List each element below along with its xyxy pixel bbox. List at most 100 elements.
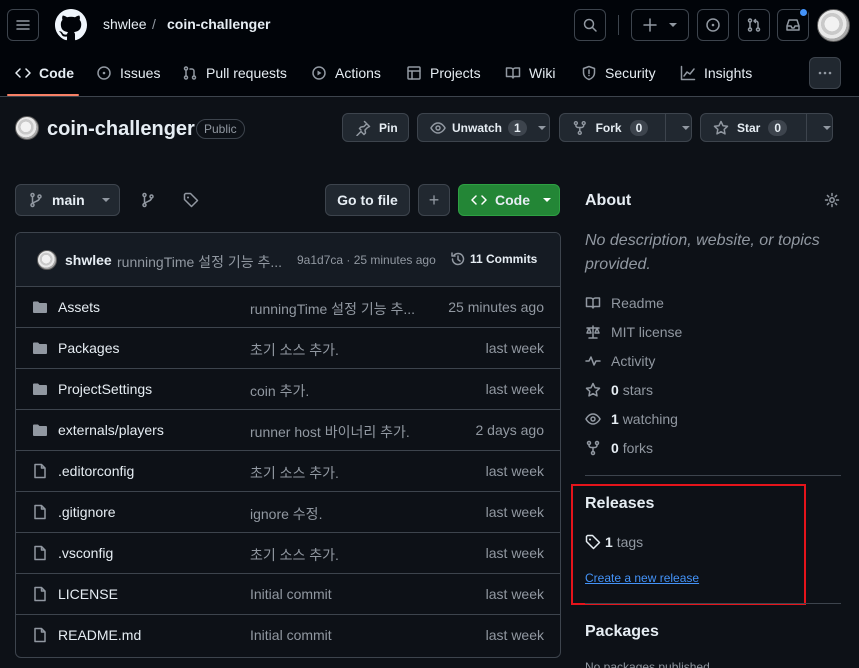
tags-link[interactable]: 1 tags <box>585 534 643 550</box>
file-name[interactable]: ProjectSettings <box>58 381 152 397</box>
file-commit-message[interactable]: 초기 소스 추가. <box>250 463 425 483</box>
table-row[interactable]: LICENSE Initial commit last week <box>16 574 560 615</box>
tab-projects[interactable]: Projects <box>406 50 481 96</box>
fork-split-divider <box>665 114 667 141</box>
file-commit-message[interactable]: runningTime 설정 기능 추... <box>250 299 425 319</box>
code-dropdown-button[interactable]: Code <box>458 184 560 216</box>
file-name[interactable]: .vsconfig <box>58 545 113 561</box>
breadcrumb-repo[interactable]: coin-challenger <box>167 16 270 32</box>
table-row[interactable]: .gitignore ignore 수정. last week <box>16 492 560 533</box>
readme-link[interactable]: Readme <box>585 295 664 311</box>
header-divider <box>618 15 619 35</box>
file-name[interactable]: externals/players <box>58 422 164 438</box>
commit-author-avatar[interactable] <box>37 250 57 270</box>
issues-button[interactable] <box>697 9 729 41</box>
file-commit-time: 2 days ago <box>475 422 545 438</box>
add-file-button[interactable]: + <box>418 184 450 216</box>
tab-pull-requests[interactable]: Pull requests <box>182 50 287 96</box>
activity-link[interactable]: Activity <box>585 353 655 369</box>
fork-count: 0 <box>629 119 649 136</box>
git-branch-icon <box>142 192 154 208</box>
tags-link[interactable] <box>183 192 199 208</box>
fork-icon <box>586 440 600 456</box>
star-count: 0 <box>768 119 788 136</box>
about-settings-button[interactable] <box>824 192 840 208</box>
file-commit-message[interactable]: coin 추가. <box>250 381 425 401</box>
packages-heading[interactable]: Packages <box>585 623 659 641</box>
file-commit-time: last week <box>485 586 544 602</box>
commit-hash-time[interactable]: 9a1d7ca · 25 minutes ago <box>297 253 436 267</box>
menu-button[interactable] <box>7 9 39 41</box>
fork-icon <box>573 120 586 135</box>
fork-button[interactable]: Fork 0 <box>559 113 692 142</box>
table-row[interactable]: README.md Initial commit last week <box>16 615 560 656</box>
pin-button[interactable]: Pin <box>342 113 409 142</box>
go-to-file-button[interactable]: Go to file <box>325 184 410 216</box>
releases-heading[interactable]: Releases <box>585 495 654 513</box>
tab-issues-label: Issues <box>120 65 161 81</box>
file-name[interactable]: LICENSE <box>58 586 118 602</box>
repo-title[interactable]: coin-challenger <box>47 118 195 141</box>
tab-issues[interactable]: Issues <box>96 50 160 96</box>
commits-count: 11 Commits <box>470 252 538 266</box>
file-name[interactable]: .editorconfig <box>58 463 134 479</box>
table-row[interactable]: .vsconfig 초기 소스 추가. last week <box>16 533 560 574</box>
file-name[interactable]: Assets <box>58 299 100 315</box>
create-new-button[interactable] <box>631 9 689 41</box>
forks-link[interactable]: 0 forks <box>585 440 653 456</box>
tags-label: tags <box>616 534 644 550</box>
table-row[interactable]: .editorconfig 초기 소스 추가. last week <box>16 451 560 492</box>
file-commit-message[interactable]: 초기 소스 추가. <box>250 340 425 360</box>
pin-icon <box>356 120 371 136</box>
file-name[interactable]: README.md <box>58 627 141 643</box>
commit-author[interactable]: shwlee <box>65 252 112 268</box>
file-commit-time: last week <box>485 381 544 397</box>
file-commit-message[interactable]: 초기 소스 추가. <box>250 545 425 565</box>
star-button[interactable]: Star 0 <box>700 113 833 142</box>
github-logo-icon[interactable] <box>55 9 87 41</box>
stars-label: stars <box>622 382 654 398</box>
eye-icon <box>430 121 446 134</box>
pull-request-icon <box>183 66 197 80</box>
commits-link[interactable]: 11 Commits <box>450 251 537 267</box>
more-tabs-button[interactable] <box>809 57 841 89</box>
tab-insights[interactable]: Insights <box>680 50 752 96</box>
create-release-link[interactable]: Create a new release <box>585 571 699 585</box>
file-name[interactable]: Packages <box>58 340 119 356</box>
branch-selector[interactable]: main <box>15 184 120 216</box>
watching-label: watching <box>622 411 678 427</box>
tab-insights-label: Insights <box>704 65 753 81</box>
table-row[interactable]: ProjectSettings coin 추가. last week <box>16 369 560 410</box>
tag-icon <box>183 192 199 208</box>
tab-actions[interactable]: Actions <box>311 50 381 96</box>
notification-dot <box>799 8 808 17</box>
repo-owner-avatar[interactable] <box>15 116 39 140</box>
pull-requests-button[interactable] <box>738 9 770 41</box>
table-row[interactable]: Packages 초기 소스 추가. last week <box>16 328 560 369</box>
file-name[interactable]: .gitignore <box>58 504 116 520</box>
code-button-label: Code <box>495 192 530 208</box>
search-button[interactable] <box>574 9 606 41</box>
forks-count: 0 <box>611 440 619 456</box>
chevron-down-icon <box>682 125 691 130</box>
file-commit-time: 25 minutes ago <box>448 299 544 315</box>
branch-name: main <box>52 192 85 208</box>
commit-message[interactable]: runningTime 설정 기능 추... <box>117 252 289 272</box>
tab-code[interactable]: Code <box>15 50 74 96</box>
watch-button[interactable]: Unwatch 1 <box>417 113 550 142</box>
table-row[interactable]: Assets runningTime 설정 기능 추... 25 minutes… <box>16 287 560 328</box>
file-commit-message[interactable]: Initial commit <box>250 627 425 643</box>
file-commit-message[interactable]: runner host 바이너리 추가. <box>250 422 425 442</box>
file-commit-message[interactable]: ignore 수정. <box>250 504 425 524</box>
watching-link[interactable]: 1 watching <box>585 411 678 427</box>
breadcrumb-owner[interactable]: shwlee <box>103 16 147 32</box>
stars-link[interactable]: 0 stars <box>585 382 653 398</box>
eye-icon <box>585 413 601 425</box>
tab-security[interactable]: Security <box>581 50 656 96</box>
table-row[interactable]: externals/players runner host 바이너리 추가. 2… <box>16 410 560 451</box>
tab-wiki[interactable]: Wiki <box>505 50 555 96</box>
branches-link[interactable] <box>140 192 156 208</box>
file-commit-message[interactable]: Initial commit <box>250 586 425 602</box>
license-link[interactable]: MIT license <box>585 324 682 340</box>
user-avatar[interactable] <box>817 9 850 42</box>
